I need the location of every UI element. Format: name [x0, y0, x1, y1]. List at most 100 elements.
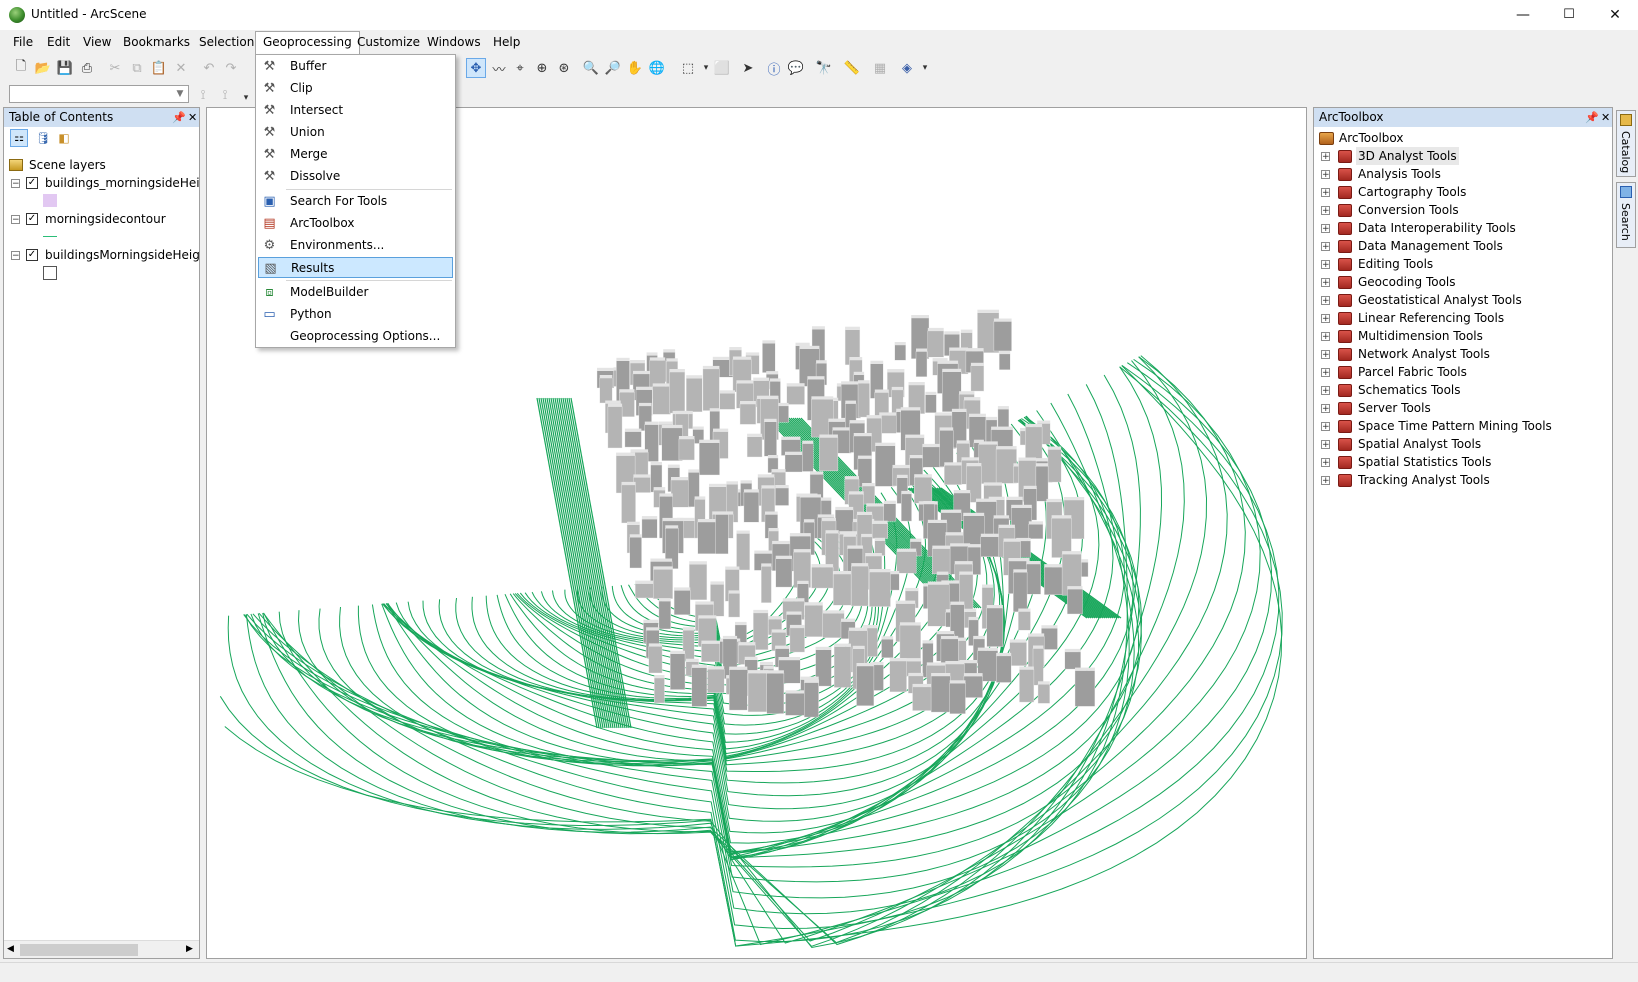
toolbox-item[interactable]: Spatial Statistics Tools [1356, 453, 1493, 471]
redo-icon[interactable]: ↷ [221, 58, 241, 78]
toc-horizontal-scrollbar[interactable]: ◀ ▶ [4, 940, 199, 958]
toolbox-item[interactable]: Data Management Tools [1356, 237, 1505, 255]
layer-3-visibility-checkbox[interactable]: ✓ [26, 249, 38, 261]
expand-toolbox-icon[interactable]: + [1321, 458, 1330, 468]
menu-customize[interactable]: Customize [350, 31, 427, 54]
menu-item-modelbuilder[interactable]: ⧈ ModelBuilder [258, 282, 453, 303]
toolbox-item[interactable]: 3D Analyst Tools [1356, 147, 1459, 165]
layer-2-symbol-line[interactable] [43, 236, 57, 237]
layer-2-visibility-checkbox[interactable]: ✓ [26, 213, 38, 225]
layer-3-name[interactable]: buildingsMorningsideHeight [45, 246, 199, 264]
list-by-visibility-icon[interactable]: ◧ [55, 129, 73, 147]
fly-tool-icon[interactable]: 〰 [489, 58, 509, 78]
expand-toolbox-icon[interactable]: + [1321, 386, 1330, 396]
scrollbar-thumb[interactable] [20, 944, 138, 956]
identify-info-icon[interactable]: ⓘ [764, 58, 784, 78]
expand-toolbox-icon[interactable]: + [1321, 332, 1330, 342]
delete-icon[interactable]: ✕ [171, 58, 191, 78]
new-document-icon[interactable]: 🗋 [11, 58, 31, 78]
close-icon[interactable]: ✕ [1601, 108, 1610, 127]
menu-item-python[interactable]: ▭ Python [258, 304, 453, 325]
undo-icon[interactable]: ↶ [199, 58, 219, 78]
minimize-button[interactable]: — [1500, 0, 1546, 30]
collapse-layer-2-icon[interactable]: − [11, 215, 20, 225]
3d-effects-icon[interactable]: ⟟ [193, 85, 213, 105]
menu-view[interactable]: View [76, 31, 118, 54]
layer-2-name[interactable]: morningsidecontour [45, 210, 166, 228]
menu-help[interactable]: Help [486, 31, 527, 54]
menu-item-geoprocessing-options[interactable]: Geoprocessing Options... [258, 326, 453, 347]
layer-1-visibility-checkbox[interactable]: ✓ [26, 177, 38, 189]
animation-icon[interactable]: ▦ [870, 58, 890, 78]
3d-view-icon[interactable]: ◈ [897, 58, 917, 78]
list-by-drawing-order-icon[interactable]: ⚏ [10, 129, 28, 147]
pin-icon[interactable]: 📌 [1585, 108, 1599, 127]
toolbox-item[interactable]: Linear Referencing Tools [1356, 309, 1506, 327]
expand-toolbox-icon[interactable]: + [1321, 440, 1330, 450]
open-folder-icon[interactable]: 📂 [33, 58, 53, 78]
zoom-in-icon[interactable]: 🔍 [581, 58, 601, 78]
toolbox-item[interactable]: Network Analyst Tools [1356, 345, 1492, 363]
pan-hand-icon[interactable]: ✋ [625, 58, 645, 78]
toolbox-item[interactable]: Space Time Pattern Mining Tools [1356, 417, 1554, 435]
toolbox-item[interactable]: Spatial Analyst Tools [1356, 435, 1483, 453]
full-extent-globe-icon[interactable]: 🌐 [647, 58, 667, 78]
expand-toolbox-icon[interactable]: + [1321, 368, 1330, 378]
menu-geoprocessing[interactable]: Geoprocessing [255, 31, 360, 54]
select-features-icon[interactable]: ⬚ [678, 58, 698, 78]
maximize-button[interactable]: ☐ [1546, 0, 1592, 30]
menu-item-search-for-tools[interactable]: ▣ Search For Tools [258, 191, 453, 212]
expand-toolbox-icon[interactable]: + [1321, 224, 1330, 234]
expand-toolbox-icon[interactable]: + [1321, 278, 1330, 288]
toolbox-item[interactable]: Schematics Tools [1356, 381, 1463, 399]
cut-icon[interactable]: ✂ [105, 58, 125, 78]
close-icon[interactable]: ✕ [188, 108, 197, 127]
copy-icon[interactable]: ⧉ [127, 58, 147, 78]
pin-icon[interactable]: 📌 [172, 108, 186, 127]
menu-item-clip[interactable]: ⚒ Clip [258, 78, 453, 99]
search-side-tab[interactable]: Search [1616, 182, 1636, 248]
expand-toolbox-icon[interactable]: + [1321, 350, 1330, 360]
toolbox-item[interactable]: Editing Tools [1356, 255, 1435, 273]
menu-bookmarks[interactable]: Bookmarks [116, 31, 197, 54]
menu-item-intersect[interactable]: ⚒ Intersect [258, 100, 453, 121]
collapse-layer-1-icon[interactable]: − [11, 179, 20, 189]
menu-item-buffer[interactable]: ⚒ Buffer [258, 56, 453, 77]
layer-1-name[interactable]: buildings_morningsideHeigh [45, 174, 199, 192]
expand-toolbox-icon[interactable]: + [1321, 422, 1330, 432]
toolbox-item[interactable]: Parcel Fabric Tools [1356, 363, 1469, 381]
save-icon[interactable]: 💾 [55, 58, 75, 78]
toolbar-overflow-arrow-icon[interactable]: ▾ [236, 88, 256, 108]
layer-dropdown[interactable]: ▼ [9, 85, 189, 103]
menu-item-dissolve[interactable]: ⚒ Dissolve [258, 166, 453, 187]
menu-item-merge[interactable]: ⚒ Merge [258, 144, 453, 165]
navigate-tool-icon[interactable]: ✥ [466, 58, 486, 78]
collapse-layer-3-icon[interactable]: − [11, 251, 20, 261]
paste-icon[interactable]: 📋 [149, 58, 169, 78]
toolbox-item[interactable]: Data Interoperability Tools [1356, 219, 1518, 237]
toolbox-item[interactable]: Geostatistical Analyst Tools [1356, 291, 1524, 309]
expand-toolbox-icon[interactable]: + [1321, 314, 1330, 324]
toolbox-item[interactable]: Conversion Tools [1356, 201, 1461, 219]
clear-selection-icon[interactable]: ⬜ [712, 58, 732, 78]
menu-item-environments[interactable]: ⚙ Environments... [258, 235, 453, 256]
toolbox-item[interactable]: Multidimension Tools [1356, 327, 1485, 345]
target-center-icon[interactable]: ⌖ [510, 58, 530, 78]
toolbox-item[interactable]: Tracking Analyst Tools [1356, 471, 1492, 489]
menu-windows[interactable]: Windows [420, 31, 488, 54]
catalog-side-tab[interactable]: Catalog [1616, 110, 1636, 177]
expand-toolbox-icon[interactable]: + [1321, 206, 1330, 216]
expand-toolbox-icon[interactable]: + [1321, 170, 1330, 180]
scroll-left-arrow-icon[interactable]: ◀ [7, 944, 14, 954]
select-elements-pointer-icon[interactable]: ➤ [738, 58, 758, 78]
menu-file[interactable]: File [6, 31, 40, 54]
expand-toolbox-icon[interactable]: + [1321, 296, 1330, 306]
toolbox-item[interactable]: Analysis Tools [1356, 165, 1443, 183]
zoom-out-icon[interactable]: 🔎 [603, 58, 623, 78]
menu-edit[interactable]: Edit [40, 31, 77, 54]
list-by-source-icon[interactable]: 🛢 [34, 129, 52, 147]
zoom-to-target-icon[interactable]: ⊕ [532, 58, 552, 78]
expand-toolbox-icon[interactable]: + [1321, 152, 1330, 162]
toolbox-item[interactable]: Cartography Tools [1356, 183, 1468, 201]
chevron-down-icon[interactable]: ▼ [173, 87, 187, 101]
